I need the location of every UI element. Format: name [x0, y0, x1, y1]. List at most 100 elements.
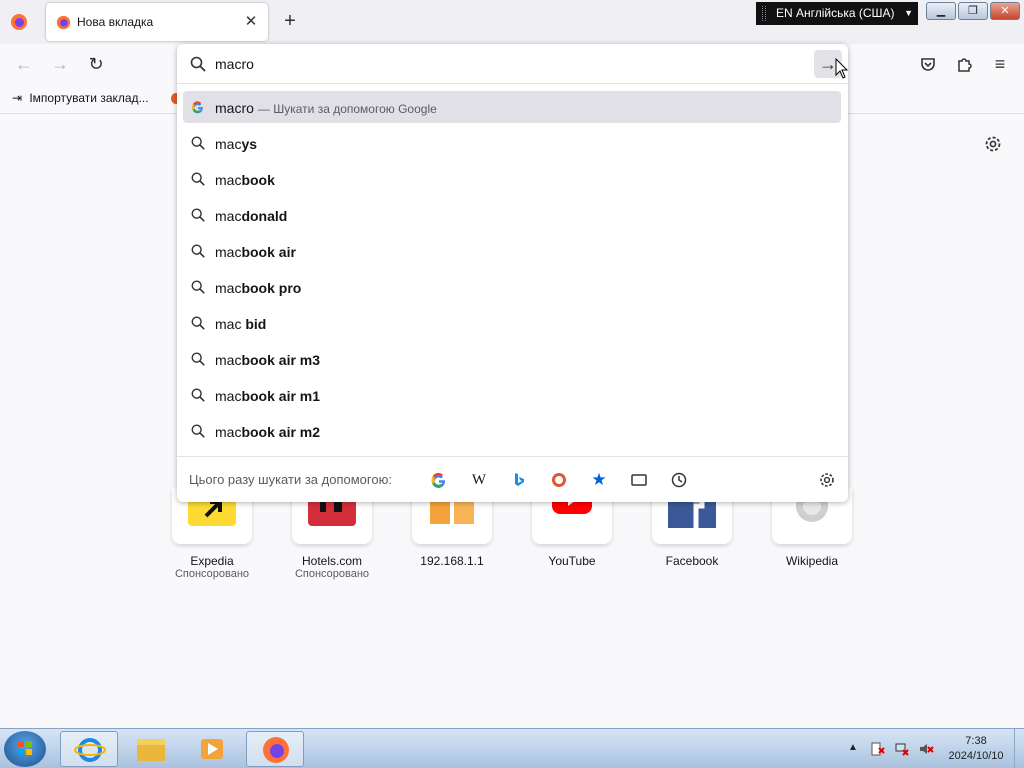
mouse-cursor [835, 58, 849, 79]
media-player-icon [201, 739, 223, 759]
network-icon[interactable] [894, 741, 910, 757]
firefox-icon[interactable] [10, 13, 28, 31]
search-icon [190, 423, 206, 439]
suggestion-typed-part: mac [215, 388, 242, 404]
wikipedia-icon[interactable]: W [469, 470, 489, 490]
search-icon [190, 207, 206, 223]
search-with-label: Цього разу шукати за допомогою: [189, 472, 392, 487]
taskbar-explorer[interactable] [122, 731, 180, 767]
suggestion-text: macys [215, 136, 257, 152]
suggestion-completion: book air m2 [241, 424, 321, 440]
gear-icon[interactable] [982, 133, 1004, 155]
suggestion-typed-part: mac [215, 352, 242, 368]
history-clock-icon[interactable] [669, 470, 689, 490]
suggestion-typed-part: macro [215, 100, 254, 116]
system-clock[interactable]: 7:38 2024/10/10 [941, 734, 1011, 764]
reload-icon[interactable]: ↻ [86, 54, 106, 74]
site-name: Wikipedia [785, 554, 839, 568]
import-bookmarks-label: Імпортувати заклад... [29, 91, 149, 105]
volume-icon[interactable] [918, 741, 934, 757]
suggestion-completion: book air [241, 244, 296, 260]
site-name: Expedia [190, 554, 234, 568]
suggestion-row[interactable]: macys [183, 127, 841, 159]
windows-taskbar: ▲ 7:38 2024/10/10 [0, 728, 1024, 768]
address-input[interactable]: macro [215, 56, 254, 72]
suggestion-row[interactable]: macbook air m2 [183, 415, 841, 447]
suggestion-row[interactable]: macbook [183, 163, 841, 195]
firefox-icon [56, 15, 71, 30]
google-icon[interactable] [429, 470, 449, 490]
suggestion-text: macbook air m2 [215, 424, 320, 440]
suggestion-row[interactable]: macbook air m1 [183, 379, 841, 411]
suggestion-typed-part: mac [215, 280, 242, 296]
import-icon: ⇥ [12, 91, 23, 105]
close-tab-icon[interactable]: ✕ [242, 13, 260, 31]
suggestion-typed-part: mac [215, 136, 242, 152]
folder-icon [137, 739, 165, 761]
tabs-icon[interactable] [629, 470, 649, 490]
action-center-icon[interactable] [870, 741, 886, 757]
suggestion-text: macro — Шукати за допомогою Google [215, 100, 437, 116]
back-arrow-icon[interactable]: ← [14, 54, 34, 74]
suggestion-row[interactable]: mac bid [183, 307, 841, 339]
suggestion-completion: book pro [241, 280, 302, 296]
suggestion-typed-part: mac [215, 172, 242, 188]
suggestion-row[interactable]: macbook pro [183, 271, 841, 303]
site-name: Facebook [665, 554, 719, 568]
language-label: EN Англійська (США) [776, 6, 895, 20]
start-button[interactable] [4, 731, 46, 767]
show-hidden-icons[interactable]: ▲ [848, 742, 858, 753]
search-icon [190, 135, 206, 151]
bookmarks-star-icon[interactable]: ★ [589, 470, 609, 490]
minimize-button[interactable]: ▁ [926, 2, 956, 20]
suggestion-text: mac bid [215, 316, 266, 332]
suggestion-typed-part: mac [215, 244, 242, 260]
suggestion-text: macdonald [215, 208, 287, 224]
suggestion-text: macbook pro [215, 280, 301, 296]
suggestion-row[interactable]: macbook air [183, 235, 841, 267]
urlbar-dropdown: macro → macro — Шукати за допомогою Googl… [177, 44, 848, 502]
import-bookmarks-button[interactable]: ⇥ Імпортувати заклад... [12, 91, 149, 105]
duckduckgo-icon[interactable] [549, 470, 569, 490]
taskbar-media-player[interactable] [184, 731, 242, 767]
sponsored-label: Спонсоровано [174, 568, 250, 580]
firefox-icon [263, 737, 289, 763]
clock-date: 2024/10/10 [948, 750, 1004, 762]
suggestion-action: — Шукати за допомогою Google [257, 102, 437, 116]
suggestion-completion: book [241, 172, 275, 188]
chevron-down-icon[interactable]: ▼ [904, 2, 913, 25]
grip-icon [762, 6, 766, 21]
search-icon [190, 243, 206, 259]
taskbar-firefox[interactable] [246, 731, 304, 767]
sponsored-label: Спонсоровано [294, 568, 370, 580]
new-tab-button[interactable]: + [280, 11, 300, 31]
menu-icon[interactable]: ≡ [990, 54, 1010, 74]
restore-button[interactable]: ❐ [958, 2, 988, 20]
taskbar-internet-explorer[interactable] [60, 731, 118, 767]
search-icon [190, 279, 206, 295]
suggestion-text: macbook [215, 172, 275, 188]
suggestion-row[interactable]: macro — Шукати за допомогою Google [183, 91, 841, 123]
forward-arrow-icon[interactable]: → [50, 54, 70, 74]
language-indicator[interactable]: EN Англійська (США) ▼ [756, 2, 918, 25]
clock-time: 7:38 [965, 735, 987, 747]
tab-new-tab[interactable]: Нова вкладка ✕ [46, 3, 268, 41]
suggestion-text: macbook air m1 [215, 388, 320, 404]
suggestion-row[interactable]: macdonald [183, 199, 841, 231]
suggestion-typed-part: mac [215, 208, 242, 224]
search-settings-gear-icon[interactable] [817, 470, 837, 490]
extensions-icon[interactable] [954, 54, 974, 74]
bing-icon[interactable] [509, 470, 529, 490]
address-bar[interactable]: macro → [177, 44, 848, 84]
suggestion-row[interactable]: macbook air m3 [183, 343, 841, 375]
search-icon [190, 315, 206, 331]
suggestion-completion: book air m1 [241, 388, 321, 404]
search-icon [190, 171, 206, 187]
show-desktop-button[interactable] [1014, 729, 1024, 768]
suggestion-completion: donald [241, 208, 288, 224]
suggestion-typed-part: mac [215, 424, 242, 440]
google-icon [190, 99, 206, 115]
internet-explorer-icon [74, 738, 106, 762]
pocket-icon[interactable] [918, 54, 938, 74]
close-window-button[interactable]: ✕ [990, 2, 1020, 20]
